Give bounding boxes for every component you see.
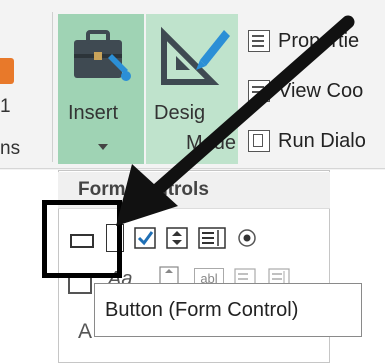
pointer-arrow-icon (116, 15, 355, 226)
